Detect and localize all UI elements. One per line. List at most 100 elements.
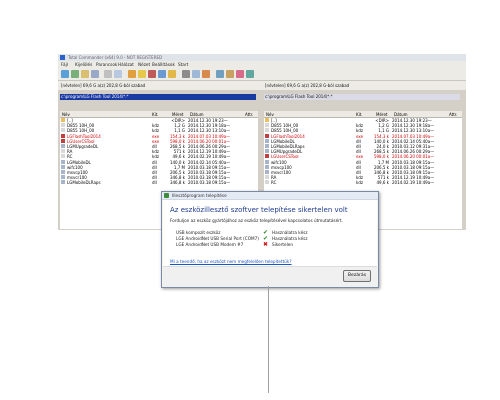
check-icon: ✔	[263, 228, 269, 236]
menu-view[interactable]: Nézet	[138, 62, 150, 67]
rename-icon[interactable]	[192, 70, 200, 78]
col-date[interactable]: Dátum	[394, 112, 408, 117]
brief-view-icon[interactable]	[104, 70, 112, 78]
file-name: RC	[271, 180, 277, 186]
col-attr[interactable]: Attr.	[449, 112, 457, 117]
sync-icon[interactable]	[202, 70, 210, 78]
notepad-icon[interactable]	[216, 70, 224, 78]
menu-commands[interactable]: Parancsok	[96, 62, 117, 67]
menu-start[interactable]: Start	[178, 62, 188, 67]
title-bar[interactable]: Total Commander (x64) 9.0 - NOT REGISTER…	[58, 54, 466, 61]
file-icon	[61, 159, 65, 164]
dialog-message: Forduljon az eszköz gyártójához az eszkö…	[170, 218, 343, 223]
menu-network[interactable]: Hálózat	[118, 62, 134, 67]
file-icon	[265, 159, 269, 164]
left-column-header: Név Kit. Méret Dátum Attr.	[60, 111, 258, 118]
file-date: 2014.02.19 10:49a—	[392, 180, 435, 186]
file-icon	[61, 180, 65, 185]
file-size: 346,8 k	[169, 180, 185, 186]
extra-tool-icon[interactable]	[246, 70, 254, 78]
file-icon	[61, 175, 65, 180]
pack-icon[interactable]	[128, 70, 136, 78]
driver-status: Sikertelen	[272, 242, 294, 247]
file-ext: kdz	[356, 180, 363, 186]
copy-icon[interactable]	[158, 70, 166, 78]
file-icon	[61, 128, 65, 133]
folder-icon[interactable]	[81, 70, 89, 78]
file-icon	[265, 175, 269, 180]
exe-file-icon	[61, 138, 65, 143]
driver-name: USB kompozit eszköz	[176, 230, 221, 235]
driver-name: LGE AndroidNet USB Modem #7	[176, 242, 244, 247]
menu-settings[interactable]: Beállítások	[152, 62, 175, 67]
right-path-bar[interactable]: c:\program\LG Flash Tool 2014\*.*	[264, 94, 460, 100]
col-date[interactable]: Dátum	[190, 112, 204, 117]
view-icon[interactable]	[71, 70, 79, 78]
error-icon: ✖	[263, 240, 269, 248]
col-name[interactable]: Név	[62, 112, 70, 117]
file-icon	[61, 170, 65, 174]
file-row[interactable]: LGMobileDLRaps dll 346,8 k 2010.03.18 09:15…	[60, 180, 258, 185]
driver-icon	[164, 193, 169, 198]
help-link[interactable]: Mi a teendő, ha az eszközt nem megfelelő…	[170, 259, 292, 264]
divider-line	[268, 286, 269, 393]
binoculars-icon[interactable]	[182, 70, 190, 78]
unpack-icon[interactable]	[138, 70, 146, 78]
file-icon	[265, 123, 269, 128]
file-icon	[61, 144, 65, 148]
file-icon	[265, 170, 269, 174]
exe-file-icon	[61, 133, 65, 138]
file-icon	[61, 154, 65, 159]
driver-status: Használatra kész	[272, 230, 308, 235]
col-size[interactable]: Méret	[172, 112, 184, 117]
file-icon	[265, 144, 269, 148]
col-attr[interactable]: Attr.	[245, 112, 253, 117]
file-icon	[61, 149, 65, 154]
file-icon	[61, 164, 65, 169]
file-ext: dll	[152, 180, 157, 186]
file-icon	[265, 149, 269, 154]
menu-file[interactable]: Fájl	[61, 62, 68, 67]
driver-install-dialog: Illesztőprogram telepítése Az eszközille…	[161, 191, 379, 288]
exe-file-icon	[265, 154, 269, 159]
app-icon	[60, 55, 65, 60]
menu-selection[interactable]: Kijelölés	[75, 62, 92, 67]
col-ext[interactable]: Kit.	[152, 112, 159, 117]
tool-icon[interactable]	[236, 70, 244, 78]
close-button[interactable]: Bezárás	[343, 270, 371, 282]
file-row[interactable]: RC kdz 49,6 k 2014.02.19 10:49a—	[264, 180, 462, 185]
dialog-title-bar[interactable]: Illesztőprogram telepítése	[162, 192, 378, 200]
left-drive-selector[interactable]: [névtelen] 69,6 G a(z) 202,8 G-ból szaba…	[60, 83, 256, 89]
new-folder-icon[interactable]	[168, 70, 176, 78]
check-icon: ✔	[263, 234, 269, 242]
right-column-header: Név Kit. Méret Dátum Attr.	[264, 111, 462, 118]
dialog-title: Illesztőprogram telepítése	[172, 193, 227, 198]
exe-file-icon	[265, 133, 269, 138]
right-drive-selector[interactable]: [névtelen] 69,6 G a(z) 202,8 G-ból szaba…	[264, 83, 460, 89]
refresh-icon[interactable]	[61, 70, 69, 78]
file-date: 2010.03.18 09:15a—	[188, 180, 231, 186]
file-icon	[61, 123, 65, 128]
dialog-heading: Az eszközillesztő szoftver telepítése si…	[170, 206, 348, 214]
window-title: Total Commander (x64) 9.0 - NOT REGISTER…	[68, 55, 163, 60]
settings-icon[interactable]	[226, 70, 234, 78]
file-size: 49,6 k	[376, 180, 390, 186]
col-size[interactable]: Méret	[376, 112, 388, 117]
right-drive-info: [névtelen] 69,6 G a(z) 202,8 G-ból szaba…	[265, 83, 350, 88]
file-icon	[265, 180, 269, 185]
file-icon	[265, 164, 269, 169]
col-name[interactable]: Név	[266, 112, 274, 117]
left-drive-info: [névtelen] 69,6 G a(z) 202,8 G-ból szaba…	[61, 83, 146, 88]
driver-status: Használatra kész	[272, 236, 308, 241]
col-ext[interactable]: Kit.	[356, 112, 363, 117]
file-icon	[265, 128, 269, 133]
file-icon	[265, 138, 269, 143]
driver-name: LGE AndroidNet USB Serial Port (COM7)	[176, 236, 259, 241]
left-path-bar[interactable]: c:\program\LG Flash Tool 2014\*.*	[60, 94, 256, 100]
up-folder-icon	[61, 118, 65, 122]
file-name: LGMobileDLRaps	[67, 180, 101, 186]
ftp-icon[interactable]	[148, 70, 156, 78]
up-folder-icon	[265, 118, 269, 122]
list-icon[interactable]	[91, 70, 99, 78]
full-view-icon[interactable]	[114, 70, 122, 78]
